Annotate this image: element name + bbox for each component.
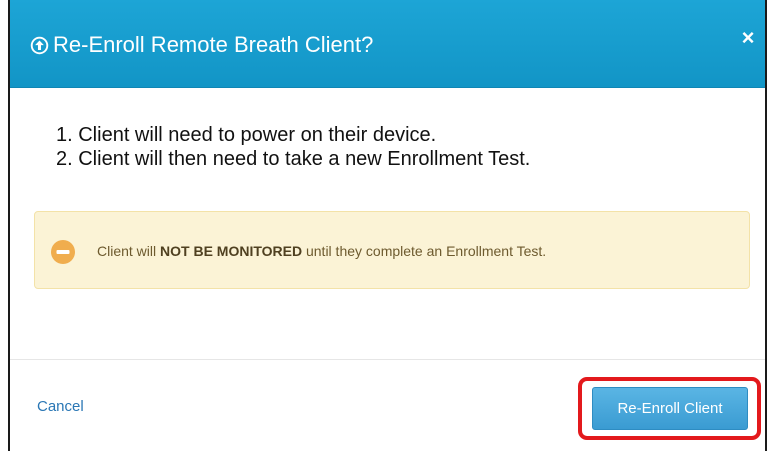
alert-text-bold: NOT BE MONITORED — [160, 243, 303, 259]
dialog-header: Re-Enroll Remote Breath Client? × — [10, 0, 765, 88]
warning-alert: Client will NOT BE MONITORED until they … — [34, 211, 750, 289]
re-enroll-dialog: Re-Enroll Remote Breath Client? × 1. Cli… — [0, 0, 767, 451]
minus-circle-icon — [51, 240, 75, 264]
re-enroll-client-button[interactable]: Re-Enroll Client — [592, 387, 748, 430]
footer-divider — [10, 359, 765, 360]
alert-text-start: Client will — [97, 243, 161, 259]
dialog-title: Re-Enroll Remote Breath Client? — [53, 32, 374, 57]
cancel-link[interactable]: Cancel — [37, 397, 84, 417]
instruction-step: 2. Client will then need to take a new E… — [56, 148, 531, 170]
alert-text-end: until they complete an Enrollment Test. — [302, 243, 547, 259]
alert-message: Client will NOT BE MONITORED until they … — [97, 242, 546, 260]
instruction-step: 1. Client will need to power on their de… — [56, 124, 437, 146]
close-icon[interactable]: × — [738, 27, 758, 49]
instruction-list: 1. Client will need to power on their de… — [56, 123, 530, 171]
circle-arrow-up-icon — [30, 36, 49, 55]
